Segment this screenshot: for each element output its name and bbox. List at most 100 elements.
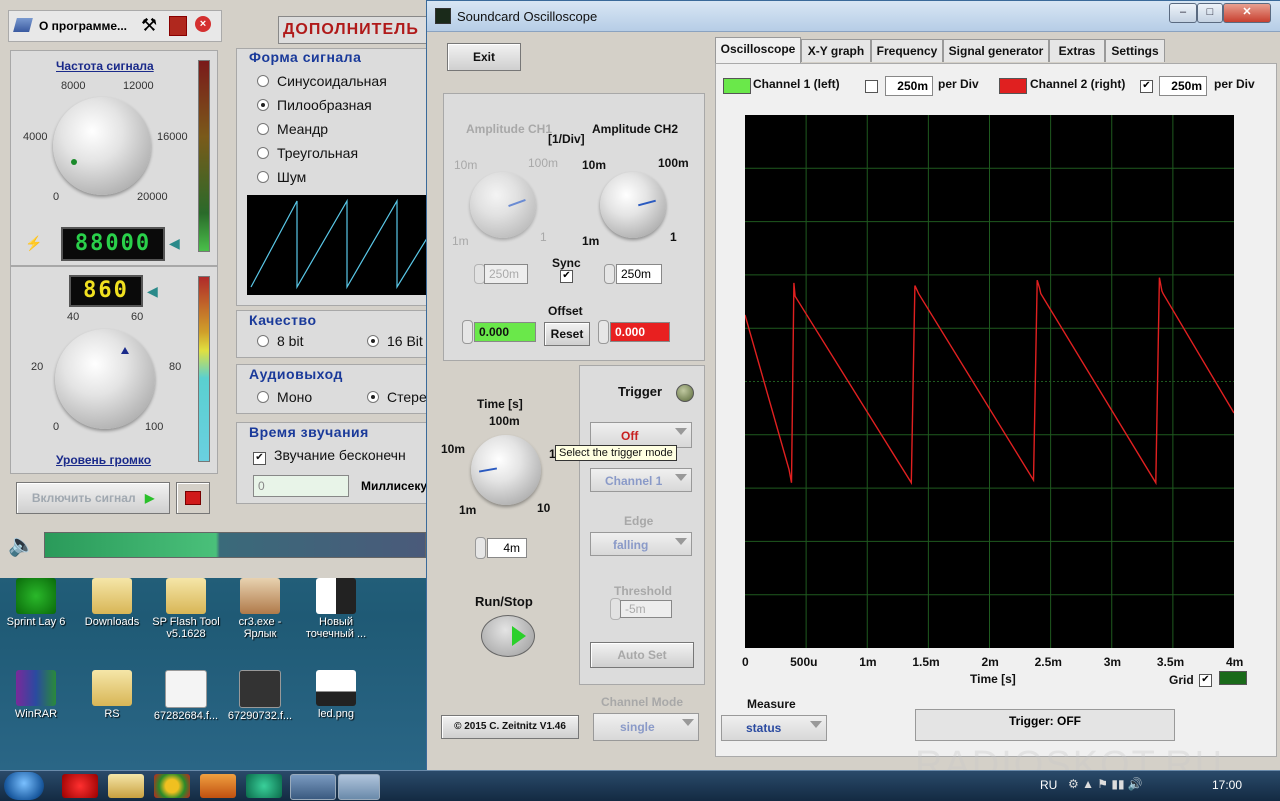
language-indicator[interactable]: RU	[1040, 778, 1057, 792]
edge-dropdown[interactable]: falling	[590, 532, 692, 556]
desktop-icon-sp-flash-tool[interactable]: SP Flash Tool v5.1628	[150, 578, 222, 640]
channel2-checkbox[interactable]: ✔	[1140, 80, 1153, 93]
waveform-noise[interactable]: Шум	[257, 169, 306, 185]
amplitude-ch2-knob[interactable]	[600, 172, 666, 238]
scale-label: 1m	[459, 503, 477, 517]
amp-unit-label: [1/Div]	[548, 132, 585, 146]
desktop-icon-downloads[interactable]: Downloads	[76, 578, 148, 628]
desktop-icon-new-bitmap[interactable]: Новый точечный ...	[300, 578, 372, 640]
tab-extras[interactable]: Extras	[1049, 39, 1105, 62]
output-mono[interactable]: Моно	[257, 389, 312, 405]
arrow-left-icon[interactable]: ◀	[169, 235, 180, 252]
waveform-preview	[247, 195, 429, 295]
tray-icons[interactable]: ⚙ ▲ ⚑ ▮▮ 🔊	[1068, 777, 1143, 791]
minimize-button[interactable]: –	[1169, 3, 1197, 23]
arrow-left-icon[interactable]: ◀	[147, 283, 158, 300]
tab-xy-graph[interactable]: X-Y graph	[801, 39, 871, 62]
quality-8bit[interactable]: 8 bit	[257, 333, 303, 349]
tools-icon[interactable]: ⚒	[141, 15, 157, 36]
sync-checkbox[interactable]: ✔	[560, 270, 573, 283]
desktop-icon-file-67290732[interactable]: 67290732.f...	[224, 670, 296, 722]
stop-signal-button[interactable]	[176, 482, 210, 514]
channel1-div-input[interactable]: 250m	[885, 76, 933, 96]
chrome-icon[interactable]	[154, 774, 190, 798]
duration-input[interactable]: 0	[253, 475, 349, 497]
frequency-knob[interactable]	[53, 97, 151, 195]
offset-ch2-input[interactable]: 0.000	[610, 322, 670, 342]
run-stop-button[interactable]	[481, 615, 535, 657]
scale-label: 8000	[61, 80, 86, 92]
grid-checkbox[interactable]: ✔	[1199, 674, 1212, 687]
explorer-icon[interactable]	[108, 774, 144, 798]
amplitude-ch1-knob[interactable]	[470, 172, 536, 238]
close-icon[interactable]: ×	[195, 16, 211, 32]
start-button[interactable]	[4, 772, 44, 800]
about-button[interactable]: О программе...	[39, 19, 127, 33]
chevron-down-icon	[810, 721, 822, 728]
oscilloscope-task-icon[interactable]	[290, 774, 336, 800]
threshold-input[interactable]: -5m	[620, 600, 672, 618]
tab-settings[interactable]: Settings	[1105, 39, 1165, 62]
desktop-icon-winrar[interactable]: WinRAR	[0, 670, 72, 720]
amp-ch2-input[interactable]: 250m	[616, 264, 662, 284]
scale-label: 1m	[582, 234, 600, 248]
output-stereo[interactable]: Стере	[367, 389, 427, 405]
speaker-icon[interactable]: 🔈	[8, 532, 35, 558]
spin-control[interactable]	[462, 320, 473, 344]
maximize-button[interactable]: □	[1197, 3, 1223, 23]
scale-label: 10	[537, 501, 551, 515]
volume-meter	[198, 276, 210, 462]
download-icon[interactable]	[169, 16, 187, 36]
speaker-task-icon[interactable]	[338, 774, 380, 800]
grid-color-swatch[interactable]	[1219, 671, 1247, 685]
volume-bar[interactable]	[44, 532, 426, 558]
desktop-icon-cr3[interactable]: cr3.exe - Ярлык	[224, 578, 296, 640]
waveform-sawtooth[interactable]: Пилообразная	[257, 97, 372, 113]
channel2-color-swatch[interactable]	[999, 78, 1027, 94]
spin-control[interactable]	[475, 537, 486, 559]
channel-mode-dropdown[interactable]: single	[593, 713, 699, 741]
channel1-checkbox[interactable]	[865, 80, 878, 93]
frequency-display: 88000	[61, 227, 165, 261]
spin-control[interactable]	[604, 264, 615, 284]
image-file-icon	[316, 670, 356, 706]
waveform-square[interactable]: Меандр	[257, 121, 328, 137]
desktop-icon-file-67282684[interactable]: 67282684.f...	[150, 670, 222, 722]
reset-offset-button[interactable]: Reset	[544, 322, 590, 346]
spin-control[interactable]	[598, 320, 609, 344]
desktop-icon-sprint-layout[interactable]: Sprint Lay 6	[0, 578, 72, 628]
waveform-sine[interactable]: Синусоидальная	[257, 73, 387, 89]
taskbar: RU ⚙ ▲ ⚑ ▮▮ 🔊 17:00	[0, 770, 1280, 801]
amp-ch1-input[interactable]: 250m	[484, 264, 528, 284]
channel1-color-swatch[interactable]	[723, 78, 751, 94]
x-tick-label: 3m	[1103, 655, 1122, 669]
tab-oscilloscope[interactable]: Oscilloscope	[715, 37, 801, 64]
channel2-div-input[interactable]: 250m	[1159, 76, 1207, 96]
time-input[interactable]: 4m	[487, 538, 527, 558]
time-knob[interactable]	[471, 435, 541, 505]
media-player-icon[interactable]	[200, 774, 236, 798]
quality-16bit[interactable]: 16 Bit	[367, 333, 423, 349]
auto-set-button[interactable]: Auto Set	[590, 642, 694, 668]
generator-toolbar: О программе... ⚒ ×	[8, 10, 222, 42]
waveform-triangle[interactable]: Треугольная	[257, 145, 358, 161]
scale-label: 0	[53, 191, 60, 203]
app-icon[interactable]	[246, 774, 282, 798]
volume-knob[interactable]	[55, 329, 155, 429]
clock[interactable]: 17:00	[1212, 778, 1242, 792]
tab-frequency[interactable]: Frequency	[871, 39, 943, 62]
opera-icon[interactable]	[62, 774, 98, 798]
trigger-channel-dropdown[interactable]: Channel 1	[590, 468, 692, 492]
exit-button[interactable]: Exit	[447, 43, 521, 71]
close-button[interactable]: ✕	[1223, 3, 1271, 23]
desktop-icon-rs[interactable]: RS	[76, 670, 148, 720]
offset-ch1-input[interactable]: 0.000	[474, 322, 536, 342]
scale-label: 0	[53, 421, 60, 433]
radio-icon	[257, 75, 269, 87]
copyright-label: © 2015 C. Zeitnitz V1.46	[441, 715, 579, 739]
start-signal-button[interactable]: Включить сигнал ▶	[16, 482, 170, 514]
desktop-icon-led-png[interactable]: led.png	[300, 670, 372, 720]
tab-signal-generator[interactable]: Signal generator	[943, 39, 1049, 62]
endless-checkbox[interactable]: ✔ Звучание бесконечн	[253, 447, 406, 465]
measure-dropdown[interactable]: status	[721, 715, 827, 741]
